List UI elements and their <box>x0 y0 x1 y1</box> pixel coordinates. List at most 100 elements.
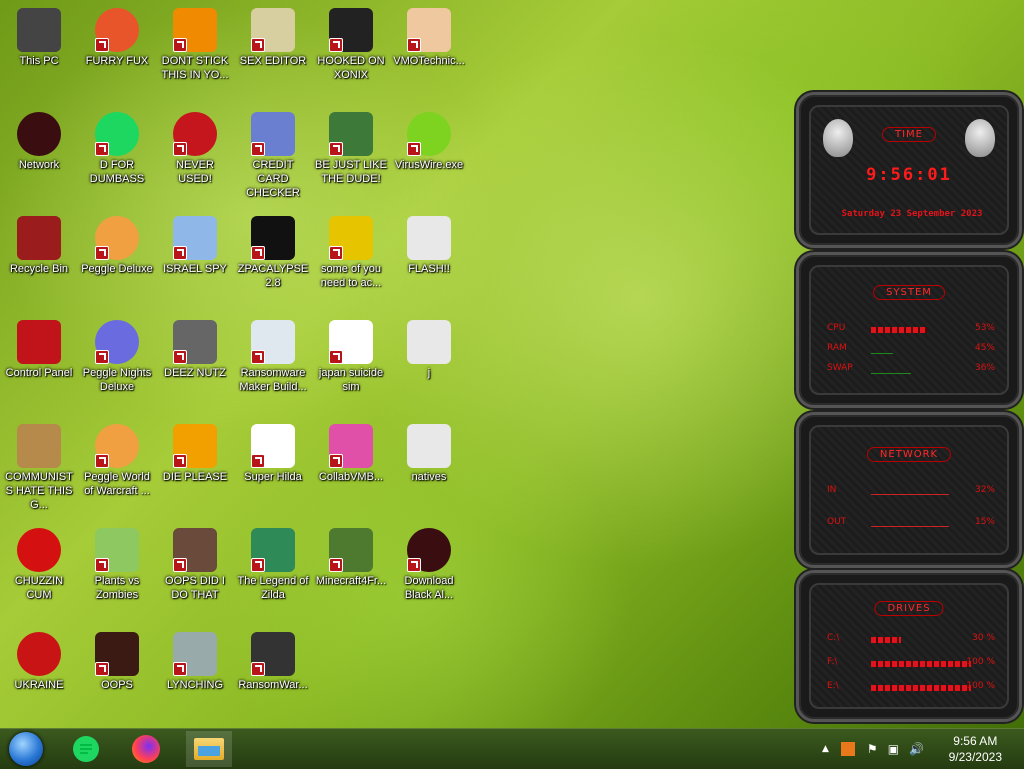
show-hidden-icons-icon[interactable]: ▲ <box>822 744 829 754</box>
taskbar: ▲ ⚑ ▣ 🔊 9:56 AM 9/23/2023 <box>0 728 1024 769</box>
desktop-icon[interactable]: Ransomware Maker Build... <box>234 312 312 394</box>
desktop-icon-label: Peggle Nights Deluxe <box>82 367 152 393</box>
desktop-icon[interactable]: Peggle Nights Deluxe <box>78 312 156 394</box>
desktop-icon-label: VMOTechnic... <box>393 55 465 67</box>
desktop-icon[interactable]: Control Panel <box>0 312 78 380</box>
taskbar-file-explorer[interactable] <box>186 731 232 767</box>
desktop-icon[interactable]: CollabVMB... <box>312 416 390 484</box>
desktop-icon[interactable]: DONT STICK THIS IN YO... <box>156 0 234 82</box>
desktop-icon-label: some of you need to ac... <box>320 263 382 289</box>
stack-icon <box>173 320 217 364</box>
desktop-icon[interactable]: SEX EDITOR <box>234 0 312 68</box>
desktop-icon[interactable]: japan suicide sim <box>312 312 390 394</box>
desktop-icon[interactable]: RansomWar... <box>234 624 312 692</box>
desktop-icon[interactable]: DIE PLEASE <box>156 416 234 484</box>
desktop-icon-label: D FOR DUMBASS <box>89 159 145 185</box>
desktop-icon-label: FLASH!! <box>408 263 450 275</box>
start-button[interactable] <box>6 731 46 767</box>
desktop-icon[interactable]: VirusWire.exe <box>390 104 468 172</box>
desktop-icon[interactable]: VMOTechnic... <box>390 0 468 68</box>
desktop-icon[interactable]: Peggle Deluxe <box>78 208 156 276</box>
red-orb-icon <box>407 528 451 572</box>
desktop-icon-label: DIE PLEASE <box>162 471 228 483</box>
desktop-icon[interactable]: Recycle Bin <box>0 208 78 276</box>
desktop-icon[interactable]: OOPS DID I DO THAT <box>156 520 234 602</box>
system-tray: ▲ ⚑ ▣ 🔊 <box>822 729 924 769</box>
network-icon[interactable]: ▣ <box>888 742 899 756</box>
shortcut-arrow-icon <box>251 662 265 676</box>
swap-graph <box>871 365 911 374</box>
network-title: NETWORK <box>866 447 952 462</box>
desktop-icon[interactable]: j <box>390 312 468 380</box>
desktop-icon[interactable]: D FOR DUMBASS <box>78 104 156 186</box>
desktop-icon[interactable]: HOOKED ON XONIX <box>312 0 390 82</box>
drive-e-bar <box>871 685 971 691</box>
drives-panel: DRIVES C:\ 30 % F:\ 100 % E:\ 100 % <box>796 570 1022 722</box>
shortcut-arrow-icon <box>407 142 421 156</box>
taskbar-clock[interactable]: 9:56 AM 9/23/2023 <box>949 733 1002 765</box>
shortcut-arrow-icon <box>95 350 109 364</box>
desktop-icon[interactable]: DEEZ NUTZ <box>156 312 234 380</box>
desktop-icon[interactable]: Minecraft4Fr... <box>312 520 390 588</box>
alien-head-icon <box>823 119 853 157</box>
drive-e-value: 100 % <box>966 681 995 691</box>
terminal-icon <box>251 216 295 260</box>
net-in-value: 32% <box>974 485 995 495</box>
desktop-icon[interactable]: LYNCHING <box>156 624 234 692</box>
desktop-icon[interactable]: Peggle World of Warcraft ... <box>78 416 156 498</box>
net-in-graph <box>871 494 949 495</box>
grass-block-icon <box>329 528 373 572</box>
peggle-nights-icon <box>95 320 139 364</box>
desktop-icon-label: ZPACALYPSE 2.8 <box>237 263 309 289</box>
desktop-icon-label: DEEZ NUTZ <box>164 367 226 379</box>
taskbar-firefox[interactable] <box>126 731 166 767</box>
desktop-icon[interactable]: COMMUNISTS HATE THIS G... <box>0 416 78 512</box>
desktop-icon[interactable]: NEVER USED! <box>156 104 234 186</box>
desktop-icon-label: SEX EDITOR <box>239 55 307 67</box>
desktop-icon[interactable]: Download Black Al... <box>390 520 468 602</box>
desktop-icon[interactable]: FURRY FUX <box>78 0 156 68</box>
shortcut-arrow-icon <box>173 246 187 260</box>
tray-app-icon[interactable] <box>840 742 855 756</box>
desktop-icon-label: ISRAEL SPY <box>163 263 227 275</box>
red-fuzzball-icon <box>17 528 61 572</box>
desktop-icon[interactable]: The Legend of Zilda <box>234 520 312 602</box>
peggle-icon <box>95 216 139 260</box>
swap-row: SWAP 36% <box>827 363 995 377</box>
system-title: SYSTEM <box>873 285 945 300</box>
monitor-pink-icon <box>329 424 373 468</box>
chat-bubble-icon <box>95 112 139 156</box>
desktop-icon-label: The Legend of Zilda <box>237 575 309 601</box>
desktop-icon[interactable]: Network <box>0 104 78 172</box>
red-orb-icon <box>17 112 61 156</box>
desktop-icon-label: OOPS DID I DO THAT <box>165 575 225 601</box>
radiation-icon <box>17 632 61 676</box>
document-icon <box>407 424 451 468</box>
desktop-icon[interactable]: FLASH!! <box>390 208 468 276</box>
net-out-value: 15% <box>974 517 995 527</box>
figures-icon <box>329 320 373 364</box>
desktop-icon-label: CHUZZIN CUM <box>14 575 64 601</box>
shortcut-arrow-icon <box>95 246 109 260</box>
volume-icon[interactable]: 🔊 <box>909 742 924 756</box>
desktop-icon[interactable]: This PC <box>0 0 78 68</box>
desktop-icon[interactable]: some of you need to ac... <box>312 208 390 290</box>
action-center-flag-icon[interactable]: ⚑ <box>867 742 878 756</box>
desktop-icon-label: Recycle Bin <box>9 263 69 275</box>
desktop-icon[interactable]: Plants vs Zombies <box>78 520 156 602</box>
taskbar-chat-app[interactable] <box>66 731 106 767</box>
desktop-icon[interactable]: ZPACALYPSE 2.8 <box>234 208 312 290</box>
desktop-icon[interactable]: Super Hilda <box>234 416 312 484</box>
net-out-label: OUT <box>827 517 847 527</box>
desktop-icon[interactable]: UKRAINE <box>0 624 78 692</box>
shortcut-arrow-icon <box>173 142 187 156</box>
desktop-icon[interactable]: ISRAEL SPY <box>156 208 234 276</box>
desktop-icon[interactable]: BE JUST LIKE THE DUDE! <box>312 104 390 186</box>
net-out-graph <box>871 526 949 527</box>
desktop-icon[interactable]: CHUZZIN CUM <box>0 520 78 602</box>
shortcut-arrow-icon <box>251 142 265 156</box>
desktop-icon[interactable]: natives <box>390 416 468 484</box>
desktop-icon[interactable]: CREDIT CARD CHECKER <box>234 104 312 200</box>
gadget-clock: 9:56:01 <box>866 165 952 185</box>
desktop-icon[interactable]: OOPS <box>78 624 156 692</box>
